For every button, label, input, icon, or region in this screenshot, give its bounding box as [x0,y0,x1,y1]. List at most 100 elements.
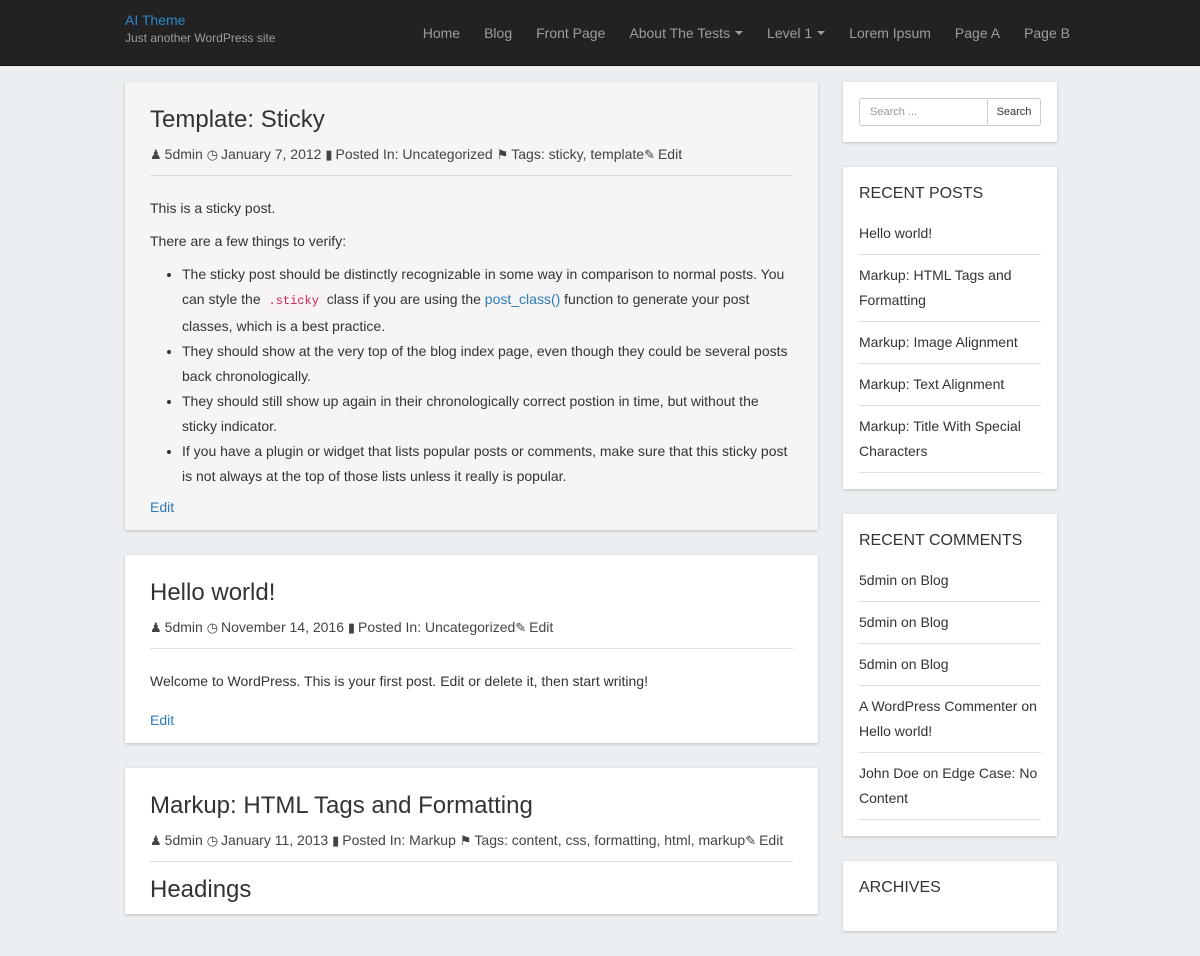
navbar: AI Theme Just another WordPress site Hom… [0,0,1200,66]
post-date[interactable]: January 11, 2013 [221,832,328,848]
recent-comment-item[interactable]: 5dmin on Blog [859,602,1041,644]
post-category[interactable]: Uncategorized [425,619,515,635]
nav-home[interactable]: Home [423,25,460,41]
post-title[interactable]: Template: Sticky [150,104,793,136]
nav-page-b-label: Page B [1024,25,1070,41]
nav-lorem-label: Lorem Ipsum [849,25,931,41]
post-markup-html-tags: Markup: HTML Tags and Formatting ♟ 5dmin … [125,768,818,914]
site-title-link[interactable]: AI Theme [125,12,276,29]
post-author[interactable]: 5dmin [165,619,203,635]
list-item: If you have a plugin or widget that list… [182,439,793,489]
post-date[interactable]: January 7, 2012 [221,146,321,162]
recent-post-link[interactable]: Markup: Image Alignment [859,322,1041,364]
post-content: This is a sticky post. There are a few t… [150,176,793,520]
recent-comments-list: 5dmin on Blog 5dmin on Blog 5dmin on Blo… [859,568,1041,820]
tags-label: Tags: [474,832,508,848]
list-item: The sticky post should be distinctly rec… [182,262,793,339]
recent-post-link[interactable]: Markup: Title With Special Characters [859,406,1041,473]
edit-icon: ✎ [644,147,655,162]
post-author[interactable]: 5dmin [165,832,203,848]
recent-post-link[interactable]: Hello world! [859,221,1041,255]
posted-in-label: Posted In: [342,832,406,848]
tags-icon: ⚑ [496,147,509,162]
recent-comments-widget: RECENT COMMENTS 5dmin on Blog 5dmin on B… [843,514,1057,836]
paragraph: This is a sticky post. [150,200,276,216]
nav-about-the-tests[interactable]: About The Tests [629,25,744,41]
archives-widget: ARCHIVES [843,861,1057,931]
file-icon: ▮ [347,620,356,635]
widget-title: ARCHIVES [859,879,941,896]
nav-page-a-label: Page A [954,25,1001,41]
meta-edit-link[interactable]: Edit [658,146,682,162]
meta-edit-link[interactable]: Edit [759,832,783,848]
nav-page-a[interactable]: Page A [955,25,1000,41]
recent-comment-item[interactable]: 5dmin on Blog [859,644,1041,686]
search-input[interactable] [859,98,987,126]
recent-comment-item[interactable]: 5dmin on Blog [859,568,1041,602]
post-category[interactable]: Markup [409,832,456,848]
recent-comment-item[interactable]: A WordPress Commenter on Hello world! [859,686,1041,753]
post-class-link[interactable]: post_class() [485,291,560,307]
widget-title: RECENT COMMENTS [859,532,1023,549]
post-title[interactable]: Markup: HTML Tags and Formatting [150,790,793,822]
tags-icon: ⚑ [459,833,472,848]
list-text: class if you are using the [322,291,485,307]
posted-in-label: Posted In: [335,146,399,162]
tags-label: Tags: [511,146,545,162]
paragraph: Welcome to WordPress. This is your first… [150,673,648,689]
post-meta: ♟ 5dmin ◷ January 11, 2013 ▮ Posted In: Mar… [150,830,793,862]
site-branding: AI Theme Just another WordPress site [125,12,276,47]
list-item: They should show at the very top of the … [182,339,793,389]
nav-page-b[interactable]: Page B [1024,25,1070,41]
nav-lorem-ipsum[interactable]: Lorem Ipsum [849,25,931,41]
caret-down-icon [735,31,744,35]
user-icon: ♟ [150,620,162,635]
post-meta: ♟ 5dmin ◷ January 7, 2012 ▮ Posted In: Unca… [150,144,793,176]
nav-home-label: Home [422,25,461,41]
paragraph: There are a few things to verify: [150,233,347,249]
file-icon: ▮ [325,147,333,162]
search-widget: Search [843,82,1057,142]
edit-icon: ✎ [515,620,527,635]
nav-level-1-label: Level 1 [767,25,813,41]
recent-posts-list: Hello world! Markup: HTML Tags and Forma… [859,221,1041,473]
meta-edit-link[interactable]: Edit [529,619,553,635]
post-edit-link[interactable]: Edit [150,708,174,733]
inline-code: .sticky [264,292,323,310]
widget-title: RECENT POSTS [859,185,984,202]
posted-in-label: Posted In: [358,619,422,635]
user-icon: ♟ [150,147,162,162]
post-date[interactable]: November 14, 2016 [221,619,344,635]
post-sticky: Template: Sticky ♟ 5dmin ◷ January 7, 2012… [125,82,818,530]
nav-blog[interactable]: Blog [484,25,512,41]
nav-level-1[interactable]: Level 1 [767,25,826,41]
caret-down-icon [817,31,826,35]
nav-front-page-label: Front Page [536,25,606,41]
sidebar: Search RECENT POSTS Hello world! Markup:… [843,82,1057,956]
recent-post-link[interactable]: Markup: Text Alignment [859,364,1041,406]
recent-comment-item[interactable]: John Doe on Edge Case: No Content [859,753,1041,820]
search-button[interactable]: Search [987,98,1041,126]
bullet-list: The sticky post should be distinctly rec… [182,262,793,489]
post-edit-link[interactable]: Edit [150,495,174,520]
nav-front-page[interactable]: Front Page [536,25,605,41]
search-form: Search [859,98,1041,126]
site-tagline: Just another WordPress site [125,31,276,45]
post-title[interactable]: Hello world! [150,577,793,609]
post-tags[interactable]: content, css, formatting, html, markup [512,832,745,848]
post-category[interactable]: Uncategorized [402,146,492,162]
clock-icon: ◷ [206,147,219,162]
user-icon: ♟ [150,833,162,848]
nav-about-label: About The Tests [629,25,731,41]
post-hello-world: Hello world! ♟ 5dmin ◷ November 14, 2016 ▮… [125,555,818,743]
post-meta: ♟ 5dmin ◷ November 14, 2016 ▮ Posted In: Un… [150,617,793,649]
nav-blog-label: Blog [484,25,513,41]
post-content: Welcome to WordPress. This is your first… [150,649,793,733]
post-tags[interactable]: sticky, template [549,146,644,162]
clock-icon: ◷ [206,833,219,848]
post-author[interactable]: 5dmin [165,146,203,162]
edit-icon: ✎ [745,833,757,848]
clock-icon: ◷ [206,620,219,635]
recent-post-link[interactable]: Markup: HTML Tags and Formatting [859,255,1041,322]
file-icon: ▮ [332,833,340,848]
